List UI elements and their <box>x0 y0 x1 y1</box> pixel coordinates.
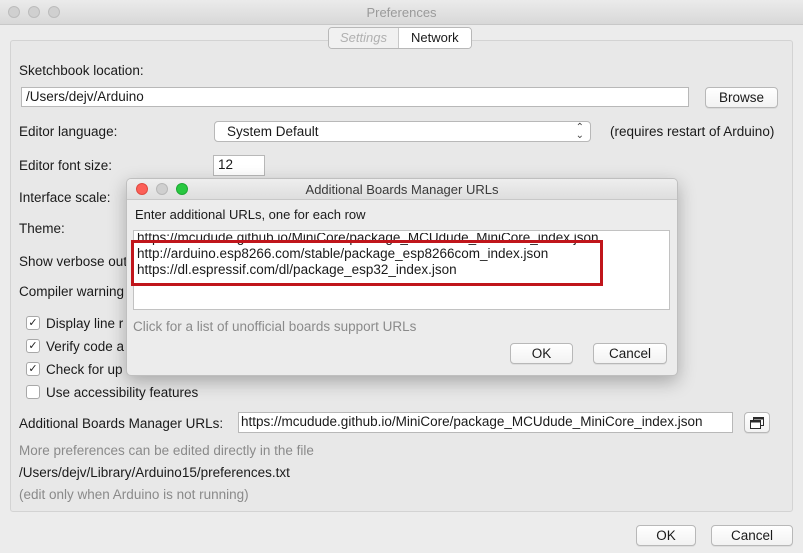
tab-network[interactable]: Network <box>398 28 471 48</box>
boards-urls-dialog: Additional Boards Manager URLs Enter add… <box>126 178 678 376</box>
font-size-input[interactable]: 12 <box>213 155 265 176</box>
dialog-instruction: Enter additional URLs, one for each row <box>135 207 366 222</box>
compiler-warnings-label: Compiler warning <box>19 284 125 299</box>
tab-settings[interactable]: Settings <box>329 28 399 48</box>
restart-note: (requires restart of Arduino) <box>610 124 775 139</box>
display-line-numbers-label: Display line r <box>46 316 124 331</box>
accessibility-checkbox[interactable] <box>26 385 40 399</box>
open-window-icon <box>750 417 764 429</box>
unofficial-urls-link[interactable]: Click for a list of unofficial boards su… <box>133 319 416 334</box>
check-updates-checkbox[interactable]: ✓ <box>26 362 40 376</box>
chevron-updown-icon: ⌃ ⌄ <box>575 122 584 141</box>
tab-bar: Settings Network <box>328 27 472 49</box>
boards-urls-edit-button[interactable] <box>744 412 770 433</box>
boards-urls-label: Additional Boards Manager URLs: <box>19 416 224 431</box>
browse-button[interactable]: Browse <box>705 87 778 108</box>
ok-button[interactable]: OK <box>636 525 696 546</box>
verify-code-label: Verify code a <box>46 339 125 354</box>
preferences-file-path: /Users/dejv/Library/Arduino15/preference… <box>19 465 290 480</box>
verbose-output-label: Show verbose out <box>19 254 128 269</box>
editor-language-select[interactable]: System Default ⌃ ⌄ <box>214 121 591 142</box>
window-title: Preferences <box>366 5 437 20</box>
edit-note: (edit only when Arduino is not running) <box>19 487 249 502</box>
font-size-label: Editor font size: <box>19 158 113 173</box>
cancel-button[interactable]: Cancel <box>711 525 793 546</box>
editor-language-label: Editor language: <box>19 124 118 139</box>
dialog-ok-button[interactable]: OK <box>510 343 573 364</box>
interface-scale-label: Interface scale: <box>19 190 111 205</box>
more-prefs-note: More preferences can be edited directly … <box>19 443 314 458</box>
accessibility-label: Use accessibility features <box>46 385 199 400</box>
boards-urls-input[interactable]: https://mcudude.github.io/MiniCore/packa… <box>238 412 733 433</box>
dialog-cancel-button[interactable]: Cancel <box>593 343 667 364</box>
dialog-title: Additional Boards Manager URLs <box>305 182 499 197</box>
boards-urls-value: https://mcudude.github.io/MiniCore/packa… <box>241 414 703 429</box>
highlight-box <box>131 240 603 286</box>
check-updates-label: Check for up <box>46 362 123 377</box>
editor-language-value: System Default <box>227 124 319 139</box>
theme-label: Theme: <box>19 221 65 236</box>
verify-code-checkbox[interactable]: ✓ <box>26 339 40 353</box>
sketchbook-label: Sketchbook location: <box>19 63 144 78</box>
sketchbook-location-input[interactable]: /Users/dejv/Arduino <box>21 87 689 107</box>
display-line-numbers-checkbox[interactable]: ✓ <box>26 316 40 330</box>
